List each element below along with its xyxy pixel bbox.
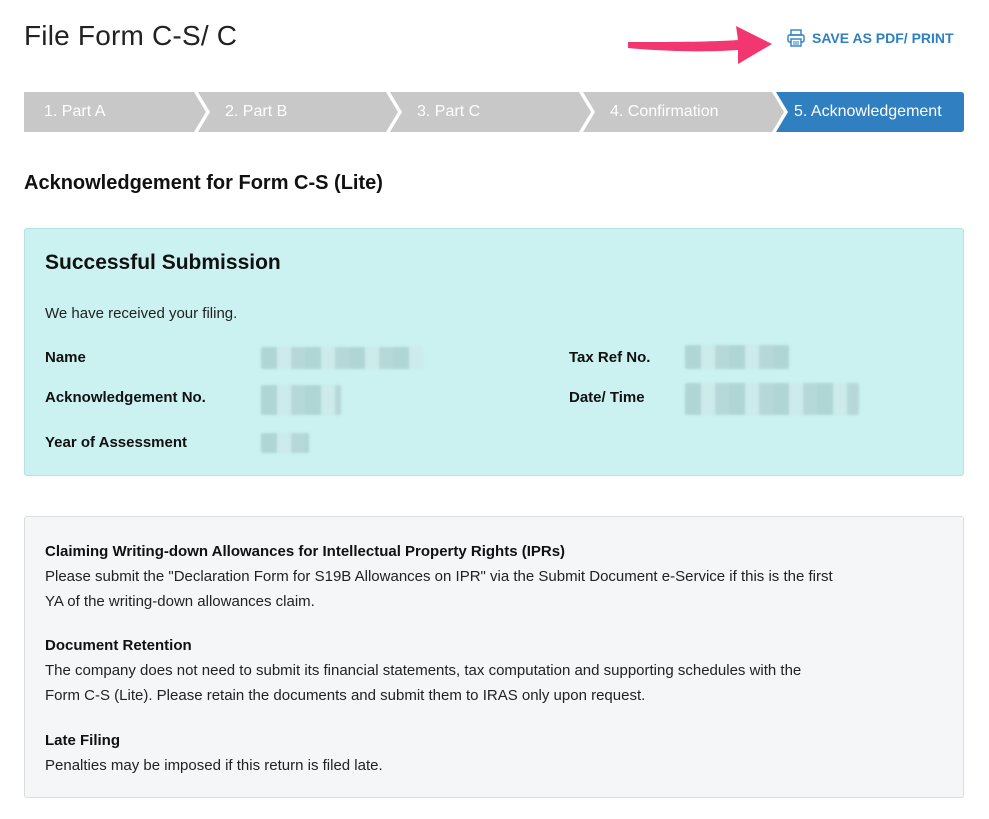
step-part-c[interactable]: 3. Part C [417,92,480,132]
tax-ref-no-value-redacted [685,345,789,369]
document-retention-line-1: The company does not need to submit its … [45,662,802,679]
ipr-section-title: Claiming Writing-down Allowances for Int… [45,543,566,560]
acknowledgement-no-label: Acknowledgement No. [45,389,206,406]
name-value-redacted [261,347,423,369]
annotation-arrow-icon [628,26,772,64]
step-part-a-label: 1. Part A [44,103,106,120]
step-part-b-label: 2. Part B [225,103,288,120]
success-title: Successful Submission [45,251,281,274]
step-part-c-label: 3. Part C [417,103,481,120]
printer-icon [787,29,805,47]
acknowledgement-heading: Acknowledgement for Form C-S (Lite) [24,172,383,194]
success-message: We have received your filing. [45,305,238,322]
step-part-a[interactable]: 1. Part A [44,92,105,132]
late-filing-title: Late Filing [45,732,120,749]
date-time-label: Date/ Time [569,389,645,406]
step-confirmation[interactable]: 4. Confirmation [610,92,719,132]
info-panel: Claiming Writing-down Allowances for Int… [24,516,964,798]
year-of-assessment-value-redacted [261,433,309,453]
late-filing-line-1: Penalties may be imposed if this return … [45,757,383,774]
ipr-section-line-2: YA of the writing-down allowances claim. [45,593,315,610]
step-part-b[interactable]: 2. Part B [225,92,287,132]
step-acknowledgement-label: 5. Acknowledgement [794,103,942,120]
page-title: File Form C-S/ C [24,20,238,51]
document-retention-line-2: Form C-S (Lite). Please retain the docum… [45,687,646,704]
document-retention-section: Document Retention The company does not … [45,633,945,708]
ipr-section: Claiming Writing-down Allowances for Int… [45,539,945,614]
save-as-pdf-print-label: SAVE AS PDF/ PRINT [812,30,954,46]
name-label: Name [45,349,86,366]
document-retention-title: Document Retention [45,637,192,654]
step-acknowledgement[interactable]: 5. Acknowledgement [794,92,942,132]
progress-stepper: 1. Part A 2. Part B 3. Part C 4. Confirm… [24,92,964,132]
tax-ref-no-label: Tax Ref No. [569,349,651,366]
late-filing-section: Late Filing Penalties may be imposed if … [45,728,945,778]
save-as-pdf-print-link[interactable]: SAVE AS PDF/ PRINT [786,28,954,48]
acknowledgement-no-value-redacted [261,385,341,415]
year-of-assessment-label: Year of Assessment [45,434,188,451]
step-confirmation-label: 4. Confirmation [610,103,719,120]
date-time-value-redacted [685,383,859,415]
ipr-section-line-1: Please submit the "Declaration Form for … [45,568,833,585]
success-panel: Successful Submission We have received y… [24,228,964,476]
